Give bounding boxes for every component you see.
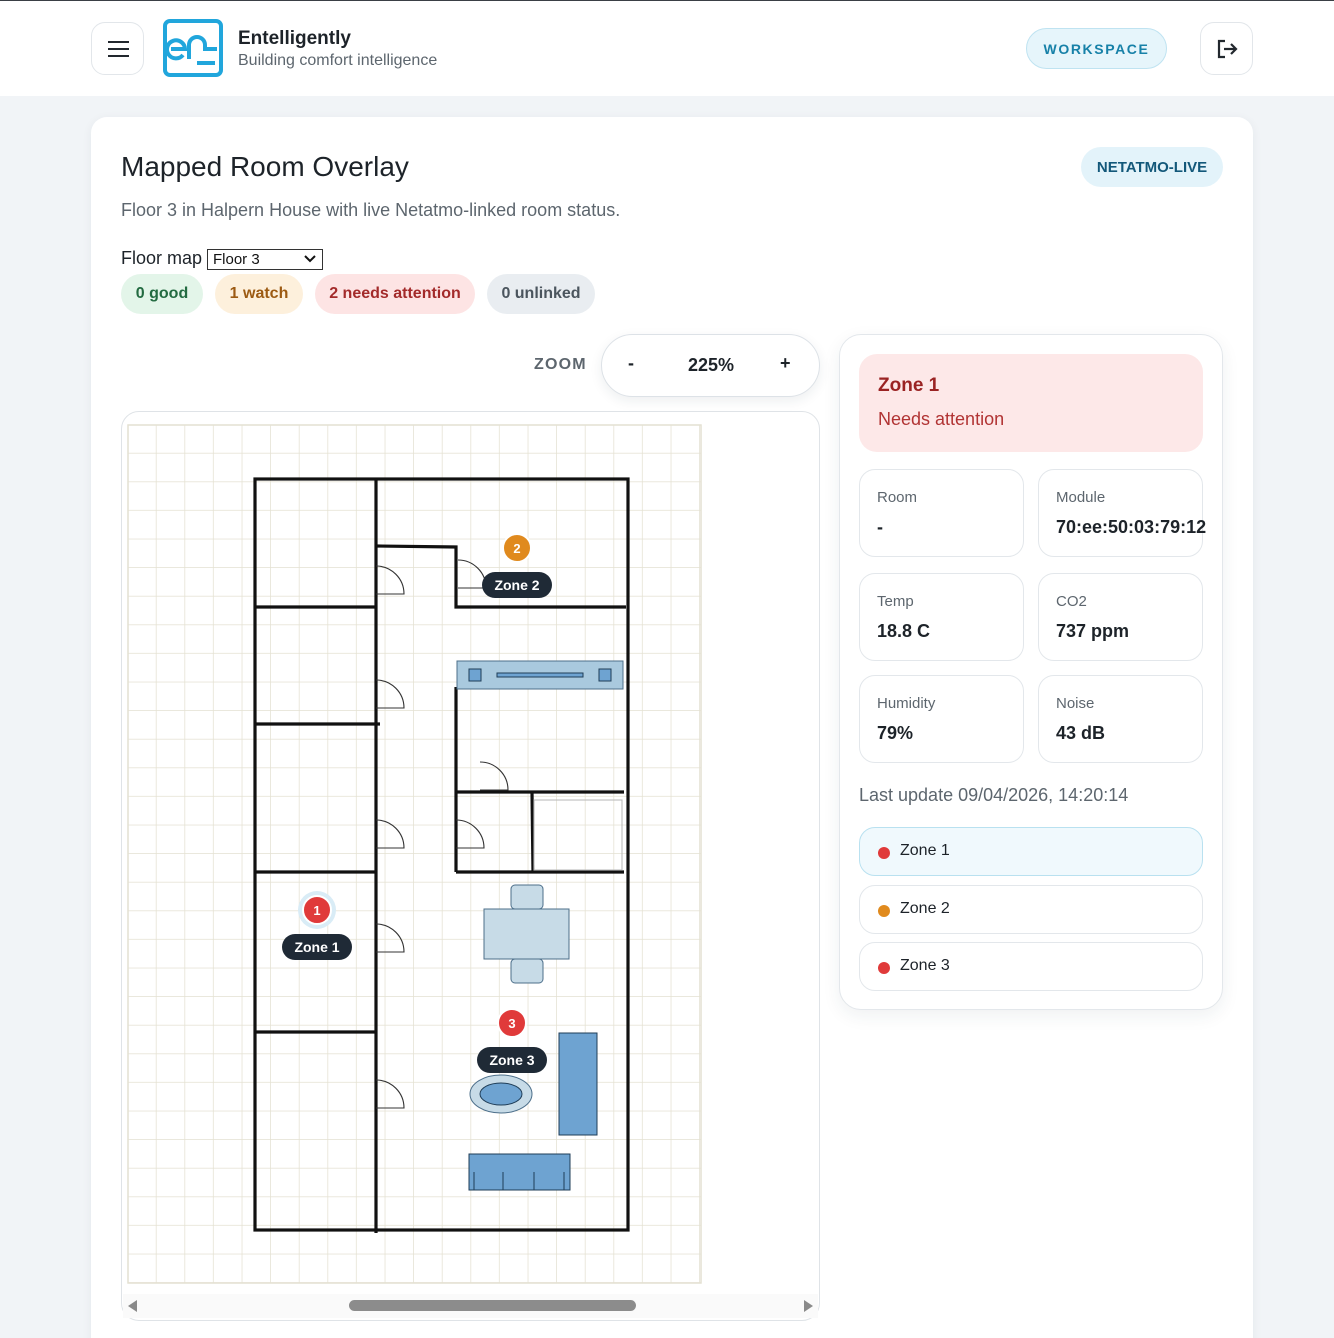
status-chip-watch[interactable]: 1 watch — [215, 274, 303, 314]
workspace-button[interactable]: WORKSPACE — [1026, 28, 1167, 69]
stat-value: 79% — [877, 723, 914, 743]
zone-marker-number: 2 — [513, 541, 520, 556]
stat-co2: CO2 737 ppm — [1038, 573, 1203, 661]
logout-icon — [1217, 39, 1238, 58]
stat-value: - — [877, 517, 883, 537]
status-chip-unlinked[interactable]: 0 unlinked — [487, 274, 595, 314]
zone-list-item-label: Zone 2 — [900, 900, 950, 917]
scrollbar-thumb — [349, 1300, 636, 1311]
floor-plan: 1 Zone 1 2 Zone 2 3 Zone 3 — [127, 424, 702, 1284]
floor-map-label: Floor map — [121, 248, 203, 268]
status-chip-good[interactable]: 0 good — [121, 274, 203, 314]
source-badge: NETATMO-LIVE — [1081, 147, 1223, 187]
top-bar: Entelligently Building comfort intellige… — [0, 0, 1334, 96]
stat-module: Module 70:ee:50:03:79:12 — [1038, 469, 1207, 557]
stat-value: 737 ppm — [1056, 621, 1130, 641]
stat-value: 43 dB — [1056, 723, 1106, 743]
zone-marker-number: 1 — [313, 903, 320, 918]
zoom-in-button[interactable]: + — [780, 353, 791, 374]
status-dot — [878, 962, 890, 974]
stat-temp: Temp 18.8 C — [859, 573, 1024, 661]
stat-label: Module — [1056, 489, 1106, 506]
stat-label: Temp — [877, 593, 914, 610]
zone-list-item-label: Zone 1 — [900, 842, 950, 859]
zone-list-item[interactable]: Zone 1 — [859, 827, 1203, 876]
zone-marker-number: 3 — [508, 1016, 515, 1031]
chevron-down-icon — [304, 255, 316, 263]
stat-label: CO2 — [1056, 593, 1087, 610]
hamburger-menu-icon — [108, 41, 129, 43]
status-chip-needs-attention[interactable]: 2 needs attention — [315, 274, 475, 314]
status-dot — [878, 847, 890, 859]
zone-marker-label: Zone 1 — [294, 939, 339, 955]
logout-button[interactable] — [1200, 22, 1253, 75]
stat-label: Room — [877, 489, 918, 506]
zoom-level: 225% — [688, 355, 735, 375]
stat-value: 70:ee:50:03:79:12 — [1056, 517, 1207, 537]
zone-list-item[interactable]: Zone 2 — [859, 885, 1203, 934]
brand-name: Entelligently — [238, 28, 351, 49]
menu-button[interactable] — [91, 22, 144, 75]
status-dot — [878, 905, 890, 917]
last-update: Last update 09/04/2026, 14:20:14 — [859, 785, 1129, 805]
zoom-out-button[interactable]: - — [628, 353, 634, 374]
stat-label: Humidity — [877, 695, 936, 712]
stat-room: Room - — [859, 469, 1024, 557]
selected-zone-name: Zone 1 — [878, 375, 940, 396]
floor-select[interactable]: Floor 3 — [207, 249, 323, 270]
zoom-control: - 225% + — [601, 334, 820, 397]
stat-noise: Noise 43 dB — [1038, 675, 1203, 763]
zone-marker-label: Zone 2 — [494, 577, 539, 593]
brand-tagline: Building comfort intelligence — [238, 52, 438, 69]
stat-humidity: Humidity 79% — [859, 675, 1024, 763]
page-title: Mapped Room Overlay — [121, 151, 409, 182]
horizontal-scrollbar[interactable] — [123, 1294, 818, 1318]
floor-select-value: Floor 3 — [213, 251, 260, 268]
selected-zone-header: Zone 1 Needs attention — [859, 354, 1203, 452]
selected-zone-status: Needs attention — [878, 409, 1005, 429]
zone-marker-label: Zone 3 — [489, 1052, 534, 1068]
stat-label: Noise — [1056, 695, 1095, 712]
stat-value: 18.8 C — [877, 621, 931, 641]
page-subtitle: Floor 3 in Halpern House with live Netat… — [121, 200, 621, 220]
zone-list-item[interactable]: Zone 3 — [859, 942, 1203, 991]
zoom-label: ZOOM — [534, 356, 587, 373]
entelligently-logo — [163, 19, 223, 77]
floor-map-viewport[interactable]: 1 Zone 1 2 Zone 2 3 Zone 3 — [121, 411, 820, 1321]
zone-list-item-label: Zone 3 — [900, 957, 950, 974]
